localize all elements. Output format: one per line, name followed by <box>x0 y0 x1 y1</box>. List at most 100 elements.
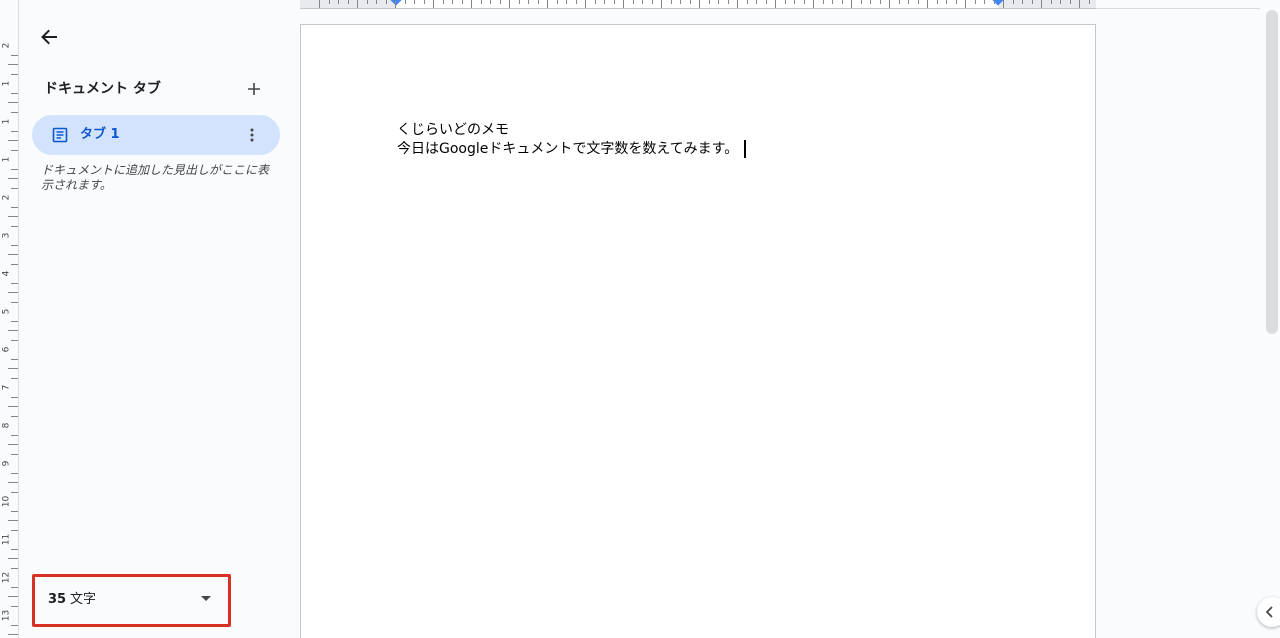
vertical-ruler-tick <box>8 178 18 179</box>
vertical-ruler-tick <box>8 140 18 141</box>
horizontal-ruler-tick <box>984 0 985 4</box>
vertical-ruler-tick <box>11 549 18 550</box>
document-icon <box>52 127 68 143</box>
horizontal-ruler-tick <box>975 0 976 4</box>
tab-options-button[interactable] <box>244 123 260 147</box>
horizontal-ruler-tick <box>566 0 567 4</box>
vertical-ruler-tick <box>11 530 18 531</box>
horizontal-ruler-tick <box>1041 0 1042 8</box>
horizontal-ruler-tick <box>538 0 539 4</box>
word-count-value: 35 <box>48 592 67 607</box>
word-count-dropdown[interactable]: 35 文字 <box>32 574 231 627</box>
vertical-ruler-tick <box>11 568 18 569</box>
vertical-ruler-tick <box>8 254 18 255</box>
text-cursor <box>744 140 747 158</box>
vertical-ruler-tick <box>8 406 18 407</box>
horizontal-ruler-tick <box>557 0 558 4</box>
horizontal-ruler-tick <box>842 0 843 4</box>
vertical-ruler-tick <box>11 207 18 208</box>
horizontal-ruler-tick <box>671 0 672 4</box>
vertical-ruler-tick <box>11 188 18 189</box>
vertical-ruler-tick <box>11 283 18 284</box>
word-count-unit: 文字 <box>70 592 97 607</box>
horizontal-ruler-tick <box>338 0 339 4</box>
horizontal-ruler-tick <box>880 0 881 4</box>
horizontal-ruler-tick <box>1060 0 1061 4</box>
horizontal-ruler-tick <box>424 0 425 4</box>
vertical-ruler-label: 6 <box>1 346 12 353</box>
vertical-ruler-label: 1 <box>1 156 12 163</box>
vertical-ruler-tick <box>11 131 18 132</box>
horizontal-ruler-tick <box>462 0 463 4</box>
tab-item-1[interactable]: タブ 1 <box>32 115 280 155</box>
horizontal-ruler-tick <box>319 0 320 8</box>
horizontal-ruler-tick <box>604 0 605 4</box>
horizontal-ruler-tick <box>994 0 995 4</box>
horizontal-ruler[interactable] <box>300 0 1096 9</box>
horizontal-ruler-tick <box>699 0 700 8</box>
horizontal-ruler-tick <box>728 0 729 4</box>
vertical-ruler-tick <box>11 454 18 455</box>
horizontal-ruler-tick <box>965 0 966 8</box>
horizontal-ruler-tick <box>690 0 691 4</box>
document-page[interactable]: くじらいどのメモ 今日はGoogleドキュメントで文字数を数えてみます。 <box>300 24 1096 638</box>
horizontal-ruler-tick <box>1032 0 1033 4</box>
horizontal-ruler-tick <box>519 0 520 4</box>
horizontal-ruler-tick <box>509 0 510 8</box>
vertical-ruler-tick <box>8 558 18 559</box>
horizontal-ruler-tick <box>357 0 358 8</box>
vertical-ruler-tick <box>11 321 18 322</box>
vertical-ruler-tick <box>11 606 18 607</box>
horizontal-ruler-tick <box>452 0 453 4</box>
horizontal-ruler-tick <box>414 0 415 4</box>
back-button[interactable] <box>36 24 62 50</box>
horizontal-ruler-tick <box>652 0 653 4</box>
more-vert-icon <box>250 128 254 142</box>
outline-empty-hint: ドキュメントに追加した見出しがここに表示されます。 <box>41 163 270 192</box>
vertical-ruler-tick <box>11 245 18 246</box>
side-panel-toggle-button[interactable] <box>1257 597 1280 627</box>
vertical-ruler[interactable]: 2 1 1 1 2 3 4 5 6 7 8 9 10 11 12 13 <box>0 0 19 638</box>
vertical-ruler-tick <box>11 150 18 151</box>
horizontal-ruler-tick <box>547 0 548 8</box>
horizontal-ruler-tick <box>861 0 862 4</box>
vertical-ruler-tick <box>11 169 18 170</box>
document-tabs-header: ドキュメント タブ <box>44 80 270 98</box>
horizontal-ruler-tick <box>386 0 387 4</box>
horizontal-ruler-tick <box>1051 0 1052 4</box>
horizontal-ruler-tick <box>481 0 482 4</box>
arrow-left-icon <box>41 29 57 45</box>
horizontal-ruler-tick <box>775 0 776 8</box>
vertical-ruler-tick <box>8 330 18 331</box>
vertical-ruler-tick <box>11 587 18 588</box>
horizontal-ruler-tick <box>1013 0 1014 4</box>
document-line-2[interactable]: 今日はGoogleドキュメントで文字数を数えてみます。 <box>397 140 747 158</box>
horizontal-ruler-tick <box>851 0 852 8</box>
vertical-ruler-tick <box>8 444 18 445</box>
horizontal-ruler-tick <box>937 0 938 4</box>
vertical-ruler-tick <box>11 264 18 265</box>
vertical-ruler-label: 1 <box>1 118 12 125</box>
horizontal-ruler-tick <box>576 0 577 4</box>
horizontal-ruler-tick <box>443 0 444 4</box>
vertical-scrollbar[interactable] <box>1266 10 1278 334</box>
vertical-ruler-tick <box>11 359 18 360</box>
docs-window: 2 1 1 1 2 3 4 5 6 7 8 9 10 11 12 13 ドキュメント タブ タブ 1 <box>0 0 1280 638</box>
vertical-ruler-tick <box>8 482 18 483</box>
plus-icon <box>248 83 260 95</box>
add-tab-button[interactable] <box>244 77 264 101</box>
horizontal-ruler-tick <box>870 0 871 4</box>
horizontal-ruler-tick <box>680 0 681 4</box>
ruler-divider <box>1096 8 1260 9</box>
horizontal-ruler-tick <box>747 0 748 4</box>
vertical-ruler-tick <box>8 634 18 635</box>
horizontal-ruler-tick <box>376 0 377 4</box>
document-line-1[interactable]: くじらいどのメモ <box>397 121 509 139</box>
document-tabs-title: ドキュメント タブ <box>44 81 161 97</box>
document-line-2-text: 今日はGoogleドキュメントで文字数を数えてみます。 <box>397 141 739 157</box>
horizontal-ruler-tick <box>1089 0 1090 4</box>
vertical-ruler-label: 13 <box>1 609 12 622</box>
vertical-ruler-label: 3 <box>1 232 12 239</box>
horizontal-ruler-tick <box>585 0 586 8</box>
vertical-ruler-tick <box>11 302 18 303</box>
